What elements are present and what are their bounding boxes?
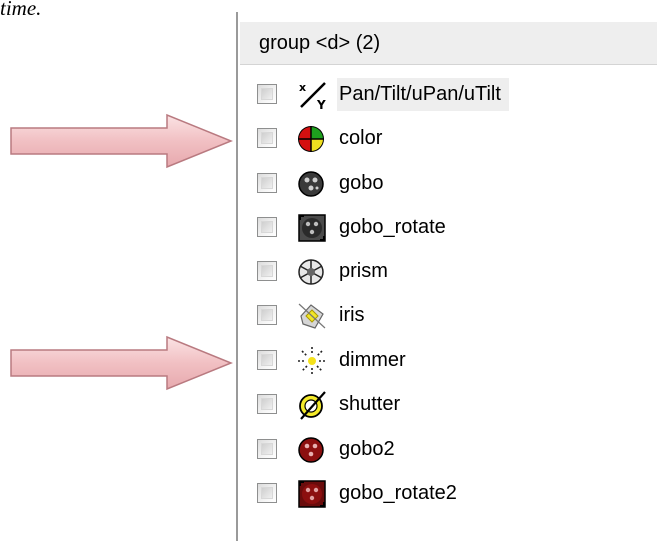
list-item-label: Pan/Tilt/uPan/uTilt [339,83,501,105]
shutter-icon [297,389,331,421]
group-header-label: group <d> (2) [259,32,381,54]
svg-text:x: x [299,81,306,94]
pan-tilt-icon: x Y [297,79,331,111]
gobo-rotate-icon [297,212,331,244]
annotation-arrow-color [9,113,234,169]
prism-icon [297,256,331,288]
list-item-shutter[interactable]: shutter [253,387,653,423]
list-item-prism[interactable]: prism [253,254,653,290]
list-item-dimmer[interactable]: dimmer [253,343,653,379]
gobo2-icon [297,434,331,466]
document-fragment-text: time. [0,0,42,20]
list-item-label: prism [339,260,388,282]
gobo-rotate2-icon [297,478,331,510]
color-wheel-icon [297,123,331,155]
annotation-arrow-dimmer [9,335,234,391]
list-item-label: gobo_rotate2 [339,482,457,504]
list-item-label: shutter [339,393,401,415]
gobo-icon [297,168,331,200]
list-item-gobo[interactable]: gobo [253,166,653,202]
dimmer-icon [297,345,331,377]
list-item-pan-tilt[interactable]: x Y Pan/Tilt/uPan/uTilt [253,77,653,113]
list-item-gobo-rotate2[interactable]: gobo_rotate2 [253,476,653,512]
list-item-label: color [339,127,383,149]
group-header[interactable]: group <d> (2) [240,22,657,65]
checkbox-dimmer[interactable] [257,350,277,370]
checkbox-gobo-rotate2[interactable] [257,483,277,503]
list-item-label: gobo2 [339,438,395,460]
list-item-gobo-rotate[interactable]: gobo_rotate [253,210,653,246]
checkbox-prism[interactable] [257,261,277,281]
list-item-label: dimmer [339,349,406,371]
list-item-color[interactable]: color [253,121,653,157]
panel-left-border [236,12,238,541]
iris-icon [297,300,331,332]
list-item-iris[interactable]: iris [253,298,653,334]
checkbox-iris[interactable] [257,305,277,325]
checkbox-gobo2[interactable] [257,439,277,459]
svg-text:Y: Y [316,98,326,111]
list-item-label: gobo [339,172,384,194]
list-item-label: gobo_rotate [339,216,446,238]
checkbox-pan-tilt[interactable] [257,84,277,104]
list-item-label: iris [339,304,365,326]
checkbox-shutter[interactable] [257,394,277,414]
list-item-gobo2[interactable]: gobo2 [253,432,653,468]
checkbox-color[interactable] [257,128,277,148]
checkbox-gobo[interactable] [257,173,277,193]
checkbox-gobo-rotate[interactable] [257,217,277,237]
